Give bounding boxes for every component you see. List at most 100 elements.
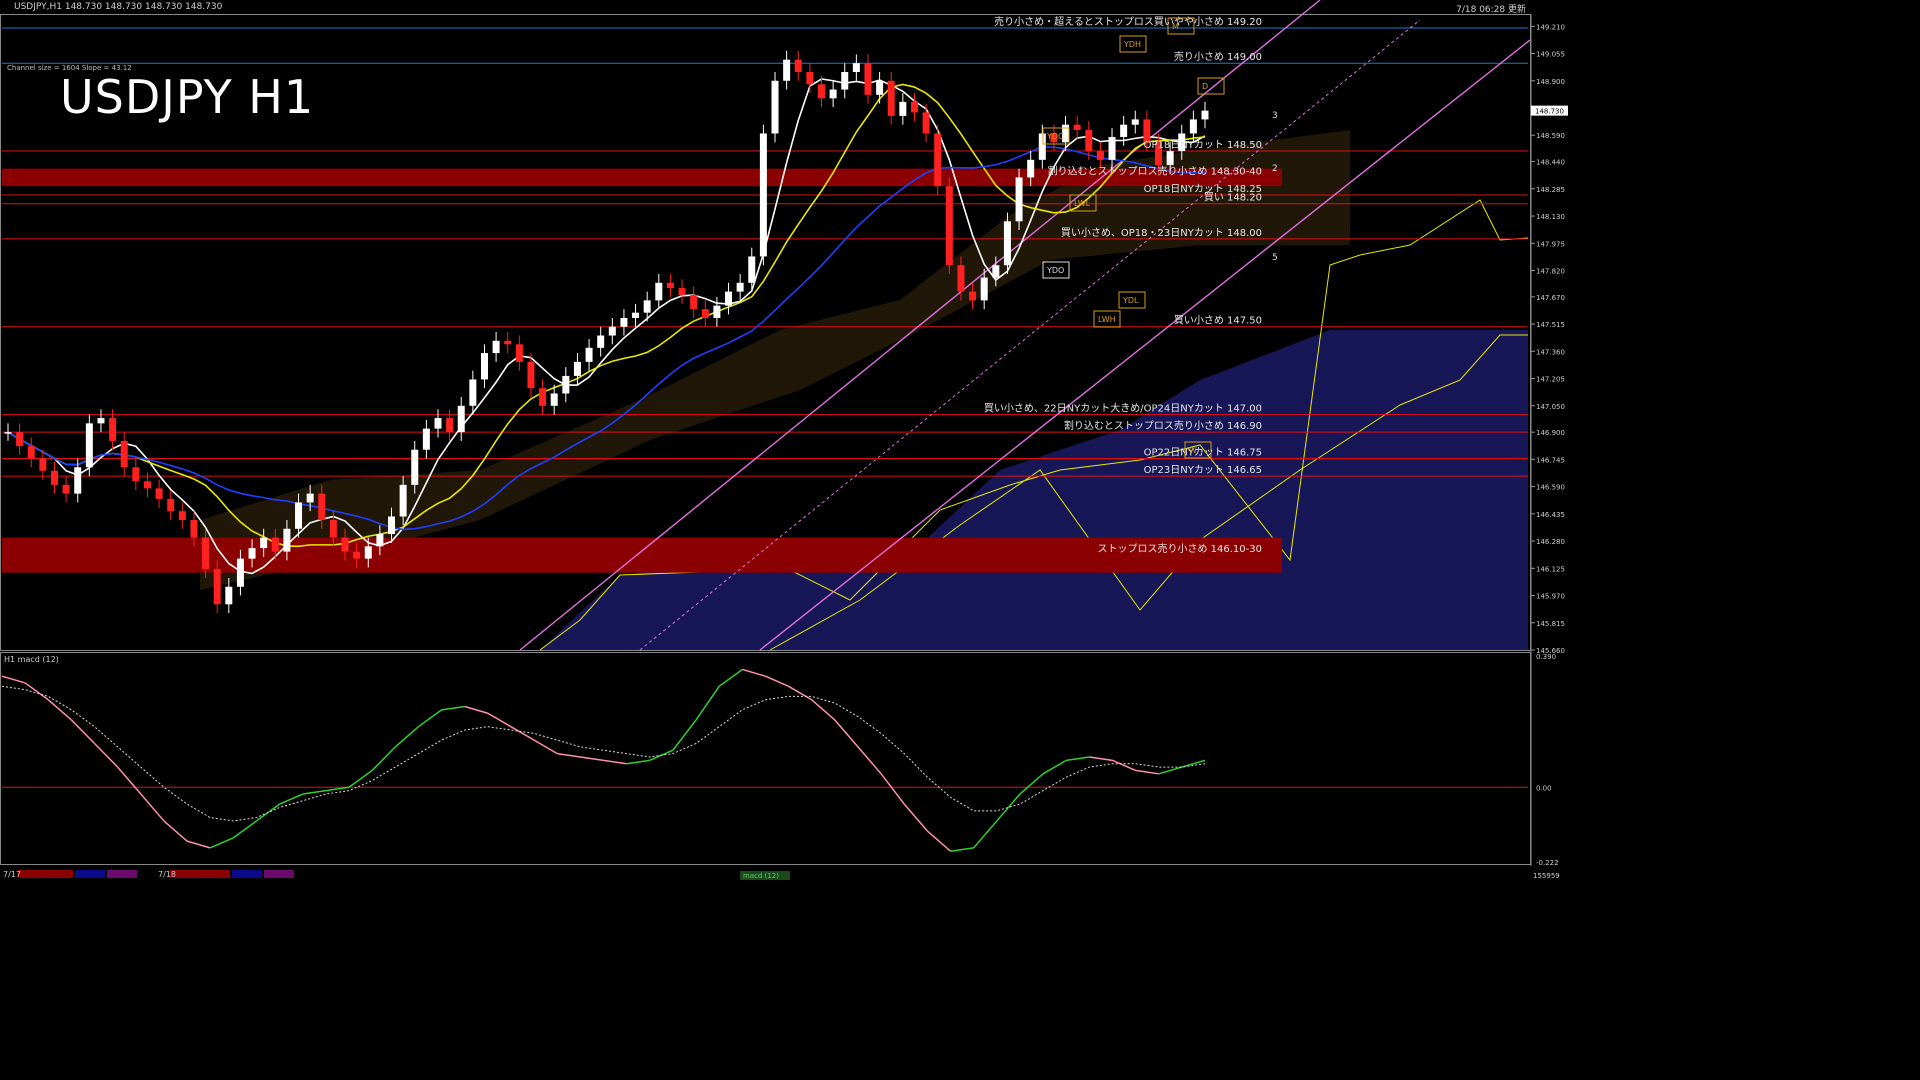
box-label: D: [1202, 82, 1208, 91]
candle-body: [806, 71, 814, 85]
candle-body: [1120, 124, 1128, 137]
chart-window: USDJPY,H1 148.730 148.730 148.730 148.73…: [0, 0, 1568, 882]
macd-line-segment: [94, 742, 119, 768]
macd-line-segment: [811, 699, 836, 721]
candle-body: [341, 537, 349, 552]
macd-line-segment: [163, 820, 188, 842]
macd-line-segment: [140, 793, 165, 822]
macd-line-segment: [464, 705, 489, 714]
macd-line-segment: [533, 739, 558, 755]
candle-body: [446, 418, 454, 433]
candle-body: [794, 59, 802, 72]
candle-body: [980, 277, 988, 301]
candle-body: [62, 484, 70, 494]
macd-line-segment: [1135, 769, 1159, 775]
macd-line-segment: [857, 746, 882, 775]
status-label: macd (12): [743, 872, 779, 880]
level-label: OP22日NYカット 146.75: [1144, 446, 1262, 458]
macd-line-segment: [926, 830, 952, 852]
candle-body: [934, 133, 942, 187]
candle-body: [515, 344, 523, 362]
macd-title: H1 macd (12): [4, 655, 59, 664]
candle-body: [178, 511, 186, 520]
candle-body: [887, 80, 895, 116]
candle-body: [945, 186, 953, 266]
macd-line-segment: [417, 709, 442, 728]
macd-frame: [0, 652, 1531, 865]
candle-body: [236, 558, 244, 587]
candle-body: [283, 528, 291, 552]
candle-body: [399, 484, 407, 517]
macd-line-segment: [1181, 759, 1206, 768]
candle-body: [1027, 159, 1035, 178]
candle-body: [655, 282, 663, 301]
candle-body: [922, 112, 930, 134]
price-tick-label: 146.590: [1536, 484, 1565, 492]
macd-line-segment: [903, 803, 928, 832]
candle-body: [608, 326, 616, 336]
macd-line-segment: [973, 820, 998, 849]
price-tick-label: 149.055: [1536, 51, 1565, 59]
macd-line-segment: [1158, 766, 1183, 775]
candle-body: [585, 347, 593, 362]
price-tick-label: 147.205: [1536, 376, 1565, 384]
macd-line-segment: [279, 793, 304, 805]
macd-tick-label: 0.00: [1536, 784, 1552, 792]
macd-tick-label: -0.222: [1536, 859, 1559, 867]
candle-body: [713, 305, 721, 318]
candle-body: [864, 63, 872, 95]
price-tick-label: 146.125: [1536, 565, 1565, 573]
candle-body: [329, 519, 337, 538]
candle-body: [527, 361, 535, 389]
macd-axis: 0.390 0.00 -0.222: [1536, 653, 1559, 867]
candle-body: [364, 546, 372, 559]
macd-line-segment: [1042, 759, 1067, 775]
macd-line-segment: [580, 756, 604, 762]
period-separator-bar: 7/17 7/18 macd (12) 155959: [0, 868, 1568, 882]
macd-line-segment: [626, 759, 650, 765]
candle-body: [550, 393, 558, 406]
candle-body: [434, 418, 442, 429]
macd-line-segment: [950, 847, 974, 852]
candle-body: [701, 309, 709, 318]
candle-body: [306, 493, 314, 503]
candle-body: [1015, 177, 1023, 222]
box-label: YDC: [1046, 132, 1064, 141]
price-tick-label: 146.280: [1536, 538, 1565, 546]
current-price-label: 148.730: [1535, 108, 1564, 116]
macd-line-segment: [24, 682, 49, 701]
price-tick-label: 149.210: [1536, 23, 1565, 31]
macd-line-segment: [302, 789, 326, 795]
price-tick-label: 146.745: [1536, 456, 1565, 464]
candle-body: [1166, 151, 1174, 166]
candle-body: [155, 488, 163, 499]
candle-body: [225, 586, 233, 605]
projection-label: 5: [1272, 253, 1278, 263]
macd-line-segment: [325, 786, 350, 792]
candle-body: [376, 534, 384, 547]
candle-body: [120, 440, 128, 468]
candle-body: [643, 300, 651, 313]
candle-body: [771, 80, 779, 134]
candle-body: [143, 481, 151, 489]
macd-line-segment: [603, 759, 627, 765]
macd-signal-line: [1, 685, 1206, 822]
candle-body: [748, 256, 756, 283]
candle-body: [260, 537, 268, 549]
macd-line-segment: [1112, 759, 1136, 772]
box-label: LWL: [1074, 199, 1091, 208]
level-label: ストップロス売り小さめ 146.10-30: [1097, 542, 1262, 555]
level-label: 売り小さめ・超えるとストップロス買いやや小さめ 149.20: [994, 15, 1262, 28]
price-axis: 149.210149.055148.900148.745148.590148.4…: [1531, 23, 1568, 655]
box-label: YDH: [1123, 40, 1141, 49]
box-label: YDL: [1122, 296, 1139, 305]
macd-line-segment: [371, 746, 396, 771]
macd-line-segment: [70, 719, 96, 745]
macd-indicator: [1, 668, 1528, 852]
main-price-chart[interactable]: 149.210149.055148.900148.745148.590148.4…: [0, 0, 1568, 882]
candle-body: [85, 423, 93, 468]
price-tick-label: 147.670: [1536, 294, 1565, 302]
macd-line-segment: [742, 668, 766, 677]
macd-line-segment: [1089, 756, 1113, 762]
candle-body: [969, 291, 977, 301]
